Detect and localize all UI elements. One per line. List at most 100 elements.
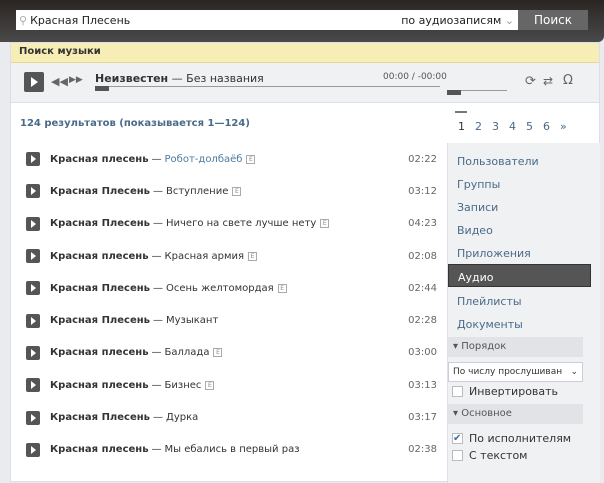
scope-label: по аудиозаписям bbox=[401, 13, 502, 27]
track-row[interactable]: Красная плесень — Робот-долбаёб E 02:22 bbox=[11, 143, 447, 175]
track-title[interactable]: Бизнес bbox=[165, 380, 202, 391]
headphones-icon[interactable]: Ω bbox=[563, 73, 573, 88]
page-title: Поиск музыки bbox=[11, 43, 599, 63]
results-header: 124 результатов (показывается 1—124) 1 2… bbox=[11, 103, 599, 143]
track-duration: 02:44 bbox=[408, 282, 437, 294]
play-icon[interactable] bbox=[26, 442, 40, 457]
audio-player: ◀◀ ▶▶ Неизвестен — Без названия 00:00 / … bbox=[11, 63, 599, 103]
track-artist[interactable]: Красная Плесень bbox=[50, 412, 150, 423]
page-next[interactable]: » bbox=[560, 120, 567, 133]
with-text-checkbox[interactable]: С текстом bbox=[452, 447, 600, 463]
header: ⚲ Красная Плесень по аудиозаписям ⌄ Поис… bbox=[0, 0, 604, 42]
explicit-icon: E bbox=[248, 251, 257, 261]
sidebar-item-7[interactable]: Документы bbox=[448, 311, 600, 334]
search-button[interactable]: Поиск bbox=[518, 10, 588, 30]
track-artist[interactable]: Красная плесень bbox=[50, 347, 149, 358]
track-row[interactable]: Красная Плесень — Вступление E 03:12 bbox=[11, 175, 447, 207]
explicit-icon: E bbox=[320, 219, 330, 229]
track-title[interactable]: Робот-долбаёб bbox=[165, 154, 243, 165]
track-duration: 03:17 bbox=[408, 412, 437, 424]
sidebar-item-4[interactable]: Приложения bbox=[448, 240, 600, 263]
play-icon[interactable] bbox=[26, 281, 40, 296]
track-row[interactable]: Красная плесень — Мы ебались в первый ра… bbox=[11, 434, 447, 466]
explicit-icon: E bbox=[205, 380, 215, 390]
track-dash: — bbox=[151, 379, 162, 391]
track-row[interactable]: Красная плесень — Красная армия E 02:08 bbox=[11, 240, 447, 272]
play-icon[interactable] bbox=[26, 313, 40, 328]
sidebar-item-0[interactable]: Пользователи bbox=[448, 148, 600, 171]
by-artist-checkbox[interactable]: ✔ По исполнителям bbox=[452, 430, 600, 446]
track-title[interactable]: Вступление bbox=[166, 186, 228, 197]
play-icon[interactable] bbox=[26, 410, 40, 425]
order-label: Порядок bbox=[461, 341, 507, 352]
sidebar-item-1[interactable]: Группы bbox=[448, 171, 600, 194]
sidebar-item-5[interactable]: Аудио bbox=[448, 264, 591, 287]
explicit-icon: E bbox=[232, 186, 242, 196]
page-3[interactable]: 3 bbox=[492, 120, 499, 133]
page-1[interactable]: 1 bbox=[455, 111, 467, 133]
play-icon[interactable] bbox=[26, 249, 40, 264]
main-label: Основное bbox=[461, 408, 512, 419]
play-icon[interactable] bbox=[26, 345, 40, 360]
track-row[interactable]: Красная плесень — Бизнес E 03:13 bbox=[11, 369, 447, 401]
page-5[interactable]: 5 bbox=[526, 120, 533, 133]
track-row[interactable]: Красная Плесень — Ничего на свете лучше … bbox=[11, 208, 447, 240]
track-title[interactable]: Мы ебались в первый раз bbox=[165, 444, 300, 455]
track-title[interactable]: Дурка bbox=[166, 412, 198, 423]
play-icon[interactable] bbox=[26, 184, 40, 199]
track-row[interactable]: Красная Плесень — Дурка 03:17 bbox=[11, 401, 447, 433]
sidebar-item-6[interactable]: Плейлисты bbox=[448, 288, 600, 311]
search-scope-select[interactable]: по аудиозаписям ⌄ bbox=[401, 14, 514, 27]
sidebar: Пользователи Группы Записи Видео Приложения А… bbox=[447, 143, 600, 483]
track-artist[interactable]: Красная плесень bbox=[50, 380, 149, 391]
track-row[interactable]: Красная Плесень — Музыкант 02:28 bbox=[11, 304, 447, 336]
page-2[interactable]: 2 bbox=[475, 120, 482, 133]
search-query[interactable]: Красная Плесень bbox=[30, 14, 401, 27]
track-title[interactable]: Осень желтомордая bbox=[166, 283, 274, 294]
progress-knob[interactable] bbox=[95, 86, 109, 91]
explicit-icon: E bbox=[213, 348, 223, 358]
track-artist[interactable]: Красная Плесень bbox=[50, 283, 150, 294]
track-title[interactable]: Музыкант bbox=[166, 315, 218, 326]
track-duration: 03:12 bbox=[408, 185, 437, 197]
play-icon[interactable] bbox=[26, 216, 40, 231]
track-dash: — bbox=[151, 347, 162, 359]
play-icon[interactable] bbox=[26, 378, 40, 393]
track-title[interactable]: Баллада bbox=[165, 347, 210, 358]
track-artist[interactable]: Красная Плесень bbox=[50, 315, 150, 326]
play-button[interactable] bbox=[24, 72, 44, 92]
main-section[interactable]: ▾ Основное bbox=[448, 404, 583, 424]
chevron-down-icon: ⌄ bbox=[504, 13, 514, 27]
track-artist[interactable]: Красная Плесень bbox=[50, 218, 150, 229]
track-dash: — bbox=[151, 444, 162, 456]
shuffle-icon[interactable]: ⇄ bbox=[543, 74, 553, 88]
volume-knob[interactable] bbox=[447, 90, 461, 95]
repeat-icon[interactable]: ⟳ bbox=[525, 74, 536, 89]
play-icon[interactable] bbox=[26, 152, 40, 167]
track-title[interactable]: Красная армия bbox=[165, 251, 244, 262]
track-artist[interactable]: Красная плесень bbox=[50, 154, 149, 165]
checkmark-icon: ✔ bbox=[452, 432, 463, 444]
invert-checkbox[interactable]: Инвертировать bbox=[452, 383, 600, 399]
previous-icon[interactable]: ◀◀ bbox=[51, 75, 68, 88]
track-artist[interactable]: Красная Плесень bbox=[50, 186, 150, 197]
track-artist[interactable]: Красная плесень bbox=[50, 251, 149, 262]
progress-bar[interactable] bbox=[95, 86, 440, 87]
page-4[interactable]: 4 bbox=[509, 120, 516, 133]
track-row[interactable]: Красная плесень — Баллада E 03:00 bbox=[11, 337, 447, 369]
order-section[interactable]: ▾ Порядок bbox=[448, 337, 583, 357]
track-artist[interactable]: Красная плесень bbox=[50, 444, 149, 455]
page-6[interactable]: 6 bbox=[543, 120, 550, 133]
track-duration: 03:00 bbox=[408, 347, 437, 359]
sidebar-item-3[interactable]: Видео bbox=[448, 217, 600, 240]
track-duration: 02:08 bbox=[408, 250, 437, 262]
chevron-down-icon: ⌄ bbox=[570, 367, 578, 377]
order-value: По числу прослушиван bbox=[453, 367, 563, 377]
sidebar-item-2[interactable]: Записи bbox=[448, 194, 600, 217]
search-input[interactable]: ⚲ Красная Плесень по аудиозаписям ⌄ bbox=[16, 10, 518, 30]
checkbox-icon bbox=[452, 385, 463, 397]
track-title[interactable]: Ничего на свете лучше нету bbox=[166, 218, 316, 229]
order-select[interactable]: По числу прослушиван ⌄ bbox=[448, 362, 583, 382]
track-row[interactable]: Красная Плесень — Осень желтомордая E 02… bbox=[11, 272, 447, 304]
next-icon[interactable]: ▶▶ bbox=[69, 75, 83, 85]
